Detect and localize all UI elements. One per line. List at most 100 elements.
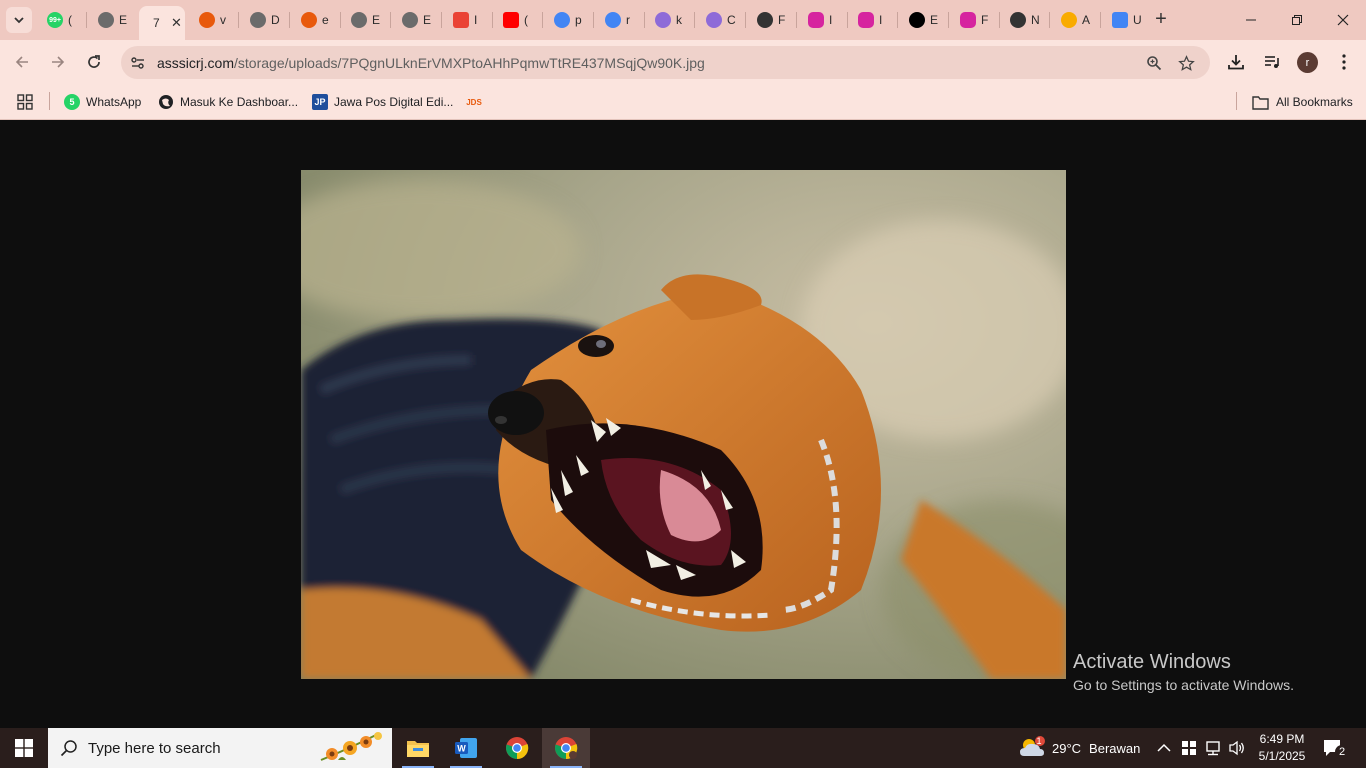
taskbar-file-explorer[interactable] bbox=[394, 728, 442, 768]
tab-16[interactable]: I bbox=[849, 6, 893, 34]
close-window-button[interactable] bbox=[1320, 0, 1366, 40]
address-bar[interactable]: asssicrj.com/storage/uploads/7PQgnULknEr… bbox=[121, 46, 1210, 79]
tab-separator bbox=[745, 12, 746, 28]
bookmarks-divider bbox=[49, 92, 50, 110]
tab-8[interactable]: I bbox=[444, 6, 488, 34]
bookmark-dashboard[interactable]: Masuk Ke Dashboar... bbox=[158, 92, 298, 112]
profile-avatar[interactable]: r bbox=[1297, 52, 1318, 73]
tab-21[interactable]: U bbox=[1103, 6, 1147, 34]
tray-network[interactable] bbox=[1204, 728, 1222, 768]
tray-volume[interactable] bbox=[1228, 728, 1246, 768]
new-tab-button[interactable]: + bbox=[1150, 8, 1172, 30]
show-hidden-icons-button[interactable] bbox=[1157, 728, 1171, 768]
profile-initial: r bbox=[1305, 56, 1310, 69]
google-icon bbox=[554, 12, 570, 28]
tab-15[interactable]: I bbox=[799, 6, 843, 34]
svg-text:W: W bbox=[457, 744, 466, 754]
downloads-button[interactable] bbox=[1225, 51, 1247, 73]
taskbar-word[interactable]: W bbox=[442, 728, 490, 768]
taskbar-chrome[interactable] bbox=[493, 728, 541, 768]
search-highlight-flowers-icon bbox=[320, 732, 382, 761]
tab-4[interactable]: D bbox=[241, 6, 285, 34]
youtube-icon bbox=[503, 12, 519, 28]
tab-10[interactable]: p bbox=[545, 6, 589, 34]
restore-icon bbox=[1292, 15, 1302, 25]
tab-11[interactable]: r bbox=[596, 6, 640, 34]
tab-17[interactable]: E bbox=[900, 6, 944, 34]
chrome-icon bbox=[555, 737, 578, 760]
tab-separator bbox=[644, 12, 645, 28]
tab-9[interactable]: ( bbox=[494, 6, 538, 34]
chevron-down-icon bbox=[14, 17, 24, 24]
tab-separator bbox=[948, 12, 949, 28]
tab-title: k bbox=[676, 13, 682, 27]
menu-button[interactable] bbox=[1333, 51, 1355, 73]
tab-title: p bbox=[575, 13, 582, 27]
windows-taskbar: Type here to search W 1 29°C Berawan 6:4… bbox=[0, 728, 1366, 768]
instagram-icon bbox=[808, 12, 824, 28]
tab-separator bbox=[1049, 12, 1050, 28]
apps-button[interactable] bbox=[17, 92, 33, 112]
taskbar-search[interactable]: Type here to search bbox=[48, 728, 392, 768]
colab-icon bbox=[1061, 12, 1077, 28]
site-info-icon[interactable] bbox=[129, 54, 147, 72]
taskbar-chrome-profile[interactable] bbox=[542, 728, 590, 768]
apps-grid-icon bbox=[17, 94, 33, 110]
tab-13[interactable]: C bbox=[697, 6, 741, 34]
jawapos-icon: JP bbox=[312, 94, 328, 110]
close-tab-icon[interactable]: ✕ bbox=[171, 15, 182, 31]
weather-widget[interactable]: 1 29°C Berawan bbox=[1018, 728, 1140, 768]
minimize-button[interactable] bbox=[1228, 0, 1274, 40]
flame-icon bbox=[199, 12, 215, 28]
back-button[interactable] bbox=[10, 50, 34, 74]
tab-separator bbox=[593, 12, 594, 28]
tab-20[interactable]: A bbox=[1052, 6, 1096, 34]
all-bookmarks-button[interactable]: All Bookmarks bbox=[1252, 92, 1353, 112]
minimize-icon bbox=[1246, 19, 1256, 21]
taskbar-clock[interactable]: 6:49 PM 5/1/2025 bbox=[1252, 731, 1312, 765]
bookmarks-bar: 5 WhatsApp Masuk Ke Dashboar... JP Jawa … bbox=[0, 84, 1366, 120]
globe-icon bbox=[351, 12, 367, 28]
tab-search-button[interactable] bbox=[6, 7, 32, 33]
tab-12[interactable]: k bbox=[646, 6, 690, 34]
tab-3[interactable]: v bbox=[190, 6, 234, 34]
start-button[interactable] bbox=[0, 728, 48, 768]
bookmark-jds[interactable]: JDS bbox=[466, 92, 488, 112]
displayed-image[interactable] bbox=[301, 170, 1066, 679]
bookmark-star-button[interactable] bbox=[1176, 53, 1196, 73]
tab-2[interactable]: 7 ✕ bbox=[139, 6, 185, 40]
bookmark-label: Jawa Pos Digital Edi... bbox=[334, 95, 454, 109]
tray-security[interactable] bbox=[1181, 728, 1197, 768]
restore-button[interactable] bbox=[1274, 0, 1320, 40]
tab-5[interactable]: e bbox=[292, 6, 336, 34]
jds-icon: JDS bbox=[466, 97, 482, 107]
tab-separator bbox=[999, 12, 1000, 28]
tab-title: 7 bbox=[153, 16, 160, 30]
notification-center-button[interactable]: 2 bbox=[1322, 728, 1349, 768]
zoom-button[interactable] bbox=[1144, 53, 1164, 73]
bookmark-jawapos[interactable]: JP Jawa Pos Digital Edi... bbox=[312, 92, 453, 112]
gemini-icon bbox=[655, 12, 671, 28]
url-path: /storage/uploads/7PQgnULknErVMXPtoAHhPqm… bbox=[234, 55, 705, 71]
url-text[interactable]: asssicrj.com/storage/uploads/7PQgnULknEr… bbox=[157, 55, 705, 71]
tab-title: A bbox=[1082, 13, 1091, 27]
forward-button[interactable] bbox=[46, 50, 70, 74]
tab-7[interactable]: E bbox=[393, 6, 437, 34]
tab-18[interactable]: F bbox=[951, 6, 995, 34]
tab-6[interactable]: E bbox=[342, 6, 386, 34]
tab-title: F bbox=[981, 13, 989, 27]
tab-title: U bbox=[1133, 13, 1142, 27]
media-control-button[interactable] bbox=[1261, 51, 1283, 73]
bookmark-label: Masuk Ke Dashboar... bbox=[180, 95, 299, 109]
media-queue-icon bbox=[1265, 56, 1279, 68]
bookmark-label: WhatsApp bbox=[86, 95, 142, 109]
reload-button[interactable] bbox=[82, 50, 106, 74]
tab-19[interactable]: N bbox=[1001, 6, 1045, 34]
bookmark-whatsapp[interactable]: 5 WhatsApp bbox=[64, 92, 141, 112]
tab-0[interactable]: 99+ ( bbox=[38, 6, 82, 34]
tab-14[interactable]: F bbox=[748, 6, 792, 34]
tab-1[interactable]: E bbox=[89, 6, 133, 34]
watermark-subtitle: Go to Settings to activate Windows. bbox=[1073, 677, 1294, 693]
instagram-icon bbox=[960, 12, 976, 28]
all-bookmarks-label: All Bookmarks bbox=[1276, 95, 1353, 109]
